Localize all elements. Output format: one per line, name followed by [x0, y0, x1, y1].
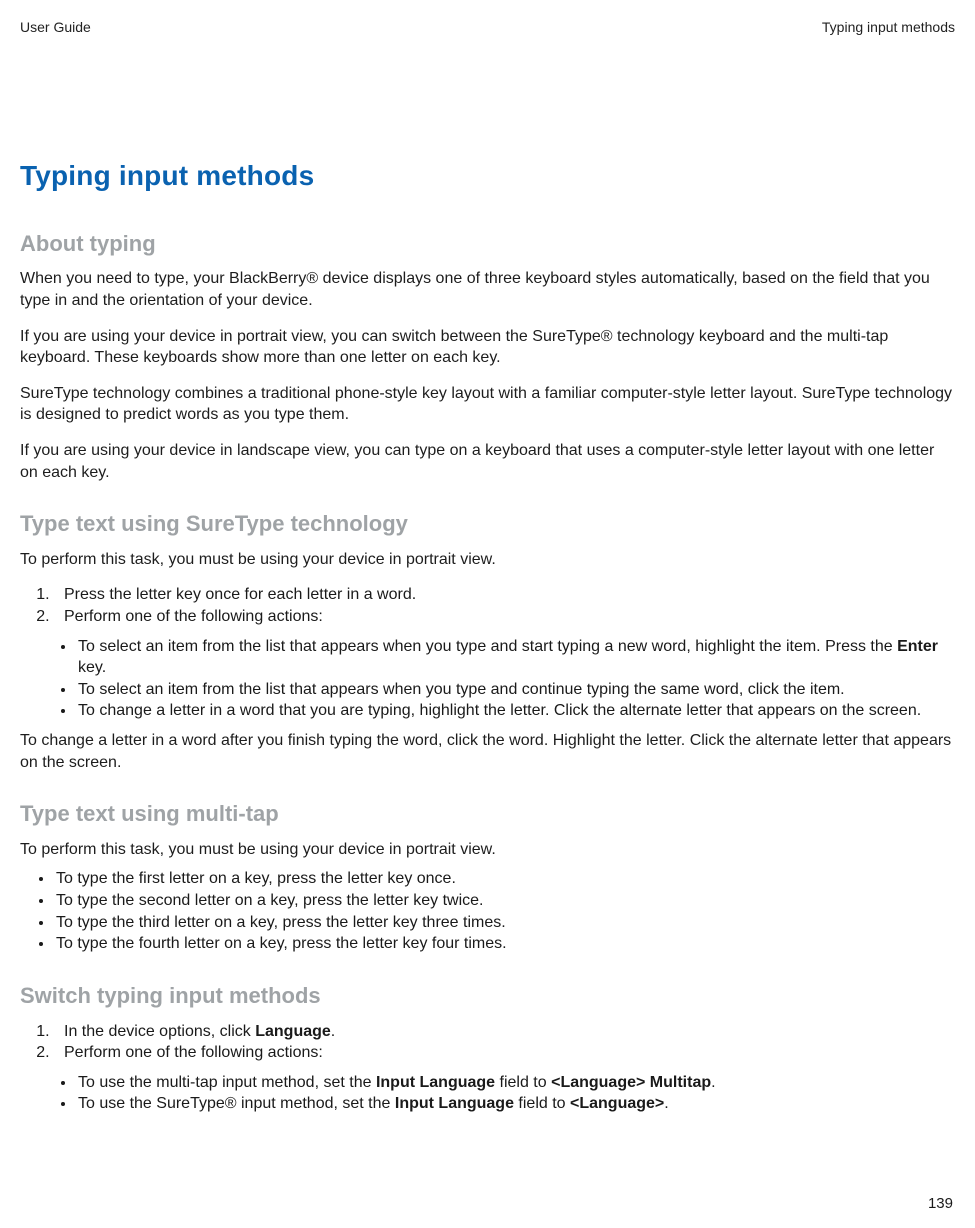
suretype-sub-1: To select an item from the list that app… [76, 636, 955, 679]
input-language-field-label: Input Language [376, 1074, 495, 1091]
about-p1: When you need to type, your BlackBerry® … [20, 268, 955, 311]
about-p3: SureType technology combines a tradition… [20, 383, 955, 426]
heading-about-typing: About typing [20, 229, 955, 259]
text: . [711, 1074, 715, 1091]
header-left: User Guide [20, 18, 91, 37]
text: field to [514, 1095, 570, 1112]
text: In the device options, click [64, 1023, 255, 1040]
enter-key-label: Enter [897, 638, 938, 655]
switch-steps: In the device options, click Language. P… [20, 1021, 955, 1064]
suretype-after: To change a letter in a word after you f… [20, 730, 955, 773]
multitap-item-4: To type the fourth letter on a key, pres… [54, 933, 955, 955]
about-p4: If you are using your device in landscap… [20, 440, 955, 483]
text: To use the SureType® input method, set t… [78, 1095, 395, 1112]
language-option-label: Language [255, 1023, 331, 1040]
input-language-value-suretype: <Language> [570, 1095, 664, 1112]
multitap-list: To type the first letter on a key, press… [20, 868, 955, 954]
text: To select an item from the list that app… [78, 638, 897, 655]
switch-sub-2: To use the SureType® input method, set t… [76, 1093, 955, 1115]
heading-suretype: Type text using SureType technology [20, 509, 955, 539]
input-language-value-multitap: <Language> Multitap [551, 1074, 711, 1091]
multitap-item-1: To type the first letter on a key, press… [54, 868, 955, 890]
switch-step-2: Perform one of the following actions: [54, 1042, 955, 1064]
text: key. [78, 659, 106, 676]
page-title: Typing input methods [20, 157, 955, 195]
running-header: User Guide Typing input methods [20, 18, 955, 37]
multitap-item-3: To type the third letter on a key, press… [54, 912, 955, 934]
text: . [331, 1023, 335, 1040]
text: To use the multi-tap input method, set t… [78, 1074, 376, 1091]
heading-switch: Switch typing input methods [20, 981, 955, 1011]
switch-step-1: In the device options, click Language. [54, 1021, 955, 1043]
suretype-steps: Press the letter key once for each lette… [20, 584, 955, 627]
text: field to [495, 1074, 551, 1091]
text: . [664, 1095, 668, 1112]
switch-sub-1: To use the multi-tap input method, set t… [76, 1072, 955, 1094]
suretype-sub-2: To select an item from the list that app… [76, 679, 955, 701]
switch-sublist: To use the multi-tap input method, set t… [20, 1072, 955, 1115]
suretype-step-2: Perform one of the following actions: [54, 606, 955, 628]
about-p2: If you are using your device in portrait… [20, 326, 955, 369]
suretype-sub-3: To change a letter in a word that you ar… [76, 700, 955, 722]
suretype-sublist: To select an item from the list that app… [20, 636, 955, 722]
page: User Guide Typing input methods Typing i… [0, 0, 975, 1228]
multitap-item-2: To type the second letter on a key, pres… [54, 890, 955, 912]
heading-multitap: Type text using multi-tap [20, 799, 955, 829]
input-language-field-label: Input Language [395, 1095, 514, 1112]
header-right: Typing input methods [822, 18, 955, 37]
suretype-step-1: Press the letter key once for each lette… [54, 584, 955, 606]
page-number: 139 [928, 1194, 953, 1214]
suretype-intro: To perform this task, you must be using … [20, 549, 955, 571]
multitap-intro: To perform this task, you must be using … [20, 839, 955, 861]
